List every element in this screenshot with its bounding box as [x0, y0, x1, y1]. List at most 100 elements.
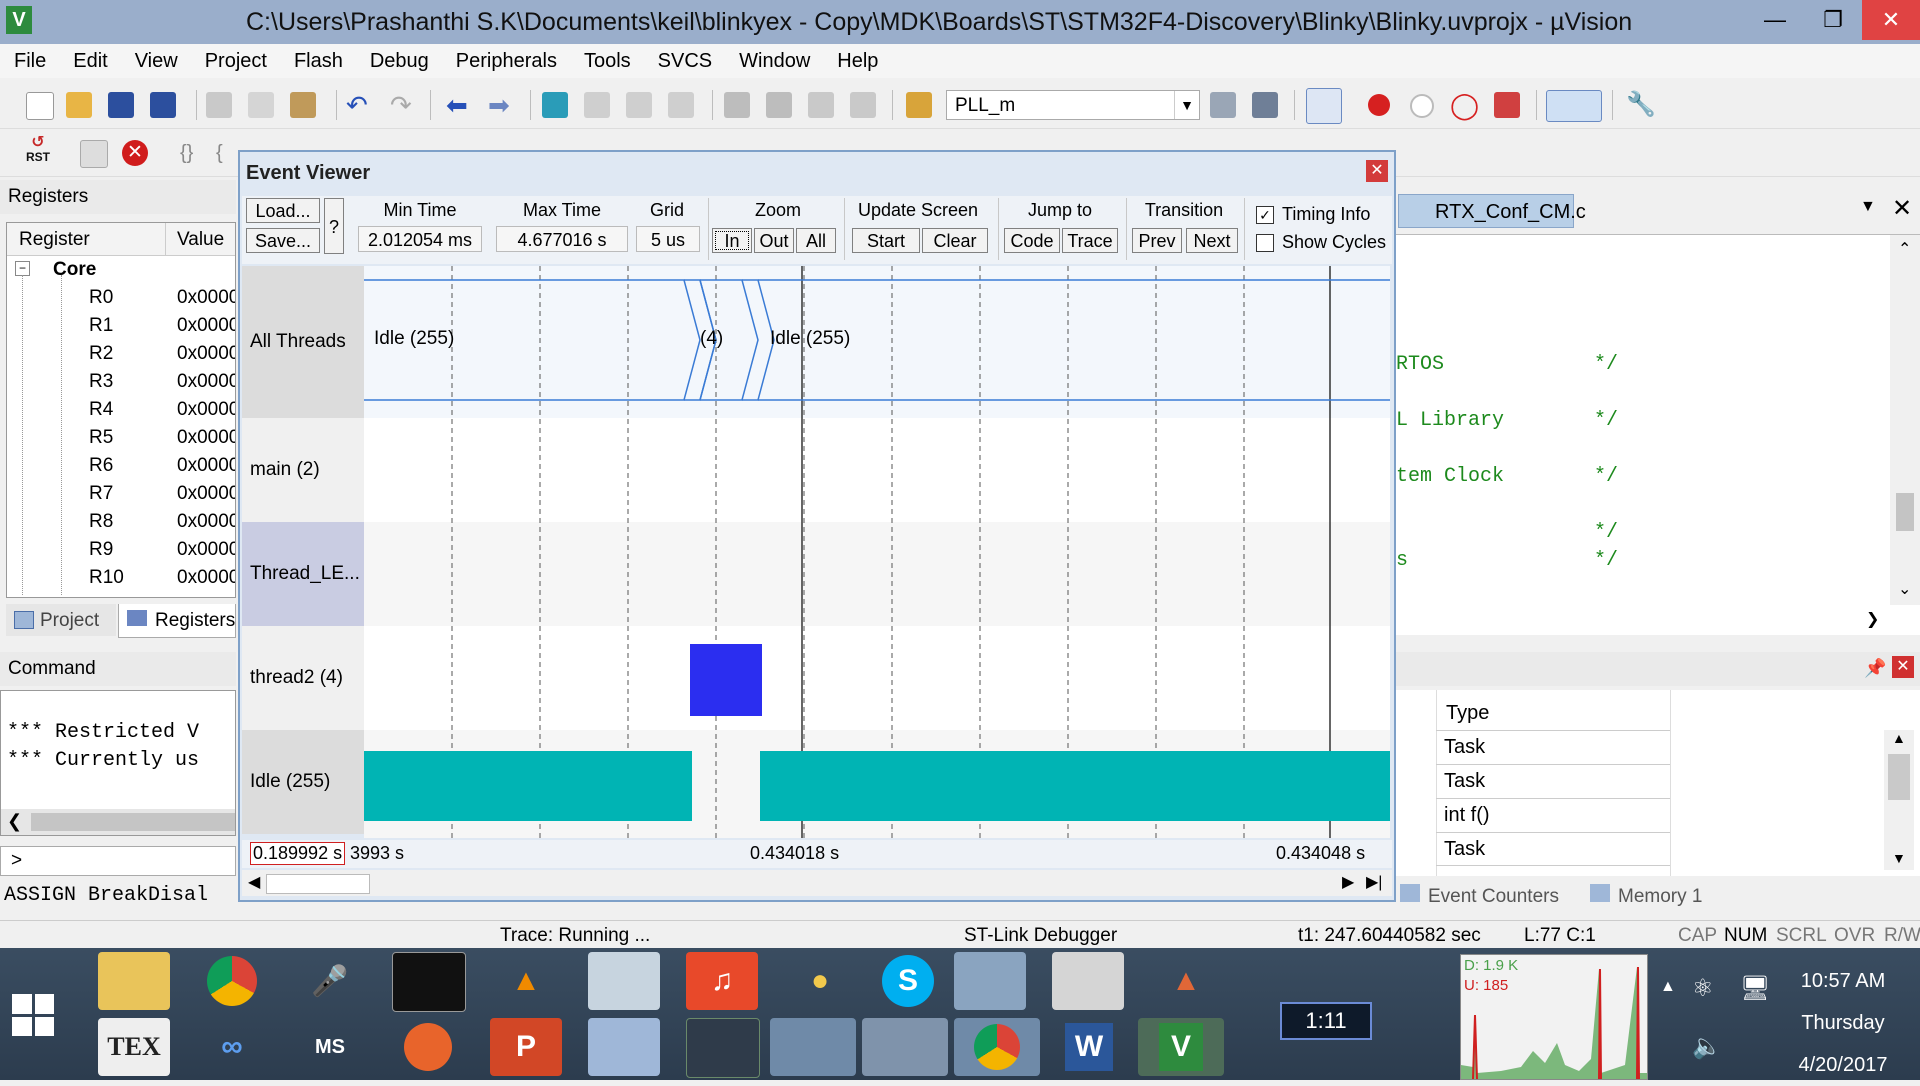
chrome-icon[interactable] [196, 952, 268, 1010]
new-file-icon[interactable] [26, 92, 54, 120]
lane-label-all-threads[interactable]: All Threads [242, 266, 364, 418]
minimize-button[interactable]: — [1746, 0, 1804, 40]
save-trace-button[interactable]: Save... [246, 228, 320, 253]
breakpoint-disable-all-icon[interactable]: ◯ [1450, 92, 1479, 118]
copy-icon[interactable] [248, 92, 274, 118]
menu-flash[interactable]: Flash [280, 44, 356, 73]
paste-icon[interactable] [290, 92, 316, 118]
file-explorer-icon[interactable] [98, 952, 170, 1010]
start-button[interactable] [12, 994, 54, 1036]
app-icon[interactable]: V [6, 6, 32, 34]
col-value[interactable]: Value [177, 229, 224, 251]
tab-rtx-conf[interactable]: RTX_Conf_CM.c [1398, 194, 1586, 228]
scroll-thumb[interactable] [266, 874, 370, 894]
menu-peripherals[interactable]: Peripherals [442, 44, 570, 73]
cut-icon[interactable] [206, 92, 232, 118]
register-name[interactable]: R1 [89, 315, 113, 337]
matlab-icon[interactable]: ▲ [1150, 952, 1222, 1010]
tab-list-icon[interactable]: ▼ [1860, 198, 1876, 216]
register-value[interactable]: 0x0000 [177, 287, 235, 309]
step-icon[interactable]: {} [180, 140, 206, 166]
scroll-up-icon[interactable]: ▲ [1892, 730, 1906, 746]
scroll-down-icon[interactable]: ⌄ [1898, 579, 1911, 599]
zoom-out-button[interactable]: Out [754, 228, 794, 253]
network-connections-icon[interactable] [588, 1018, 660, 1076]
find-in-files-icon[interactable] [906, 92, 932, 118]
update-start-button[interactable]: Start [852, 228, 920, 253]
powerpoint-icon[interactable]: P [490, 1018, 562, 1076]
register-value[interactable]: 0x0000 [177, 455, 235, 477]
bookmark-prev-icon[interactable] [584, 92, 610, 118]
vlc-icon[interactable]: ▲ [490, 952, 562, 1010]
incremental-find-icon[interactable] [1252, 92, 1278, 118]
debug-session-icon[interactable] [1306, 88, 1342, 124]
reset-icon[interactable]: ↺ RST [22, 135, 54, 170]
menu-svcs[interactable]: SVCS [644, 44, 725, 73]
register-name[interactable]: R2 [89, 343, 113, 365]
volume-icon[interactable]: 🔈 [1692, 1032, 1722, 1061]
register-value[interactable]: 0x0000 [177, 427, 235, 449]
register-value[interactable]: 0x0000 [177, 567, 235, 589]
find-combo[interactable]: PLL_m ▼ [946, 90, 1200, 120]
bookmark-icon[interactable] [542, 92, 568, 118]
close-editor-icon[interactable]: ✕ [1892, 194, 1912, 223]
tab-memory[interactable]: Memory 1 [1586, 878, 1716, 912]
terminal-icon[interactable] [392, 952, 466, 1012]
network-monitor-icon[interactable] [588, 952, 660, 1010]
tree-collapse-icon[interactable]: − [15, 261, 30, 276]
menu-window[interactable]: Window [725, 44, 823, 73]
register-name[interactable]: R6 [89, 455, 113, 477]
open-folder-icon[interactable] [66, 92, 92, 118]
scroll-left-icon[interactable]: ❮ [7, 811, 22, 832]
breakpoint-disable-icon[interactable] [1410, 94, 1434, 118]
scroll-thumb[interactable] [1896, 493, 1914, 531]
chevron-down-icon[interactable]: ▼ [1174, 91, 1199, 119]
watch-row[interactable]: int f() [1436, 798, 1670, 832]
menu-tools[interactable]: Tools [570, 44, 644, 73]
tab-event-counters[interactable]: Event Counters [1396, 878, 1582, 912]
register-name[interactable]: R10 [89, 567, 124, 589]
close-watch-icon[interactable]: ✕ [1892, 656, 1914, 678]
configure-wrench-icon[interactable]: 🔧 [1626, 92, 1656, 118]
redo-icon[interactable]: ↷ [390, 92, 416, 118]
zoom-all-button[interactable]: All [796, 228, 836, 253]
timing-info-checkbox[interactable]: ✓ [1256, 206, 1274, 224]
transition-prev-button[interactable]: Prev [1132, 228, 1182, 253]
scroll-end-icon[interactable]: ▶| [1366, 872, 1382, 892]
window-layout-icon[interactable] [1546, 90, 1602, 122]
scroll-thumb[interactable] [1888, 754, 1910, 800]
show-cycles-checkbox[interactable] [1256, 234, 1274, 252]
cube-app-icon[interactable] [1052, 952, 1124, 1010]
control-panel-icon[interactable] [770, 1018, 856, 1076]
scroll-left-icon[interactable]: ◀ [248, 872, 260, 892]
register-name[interactable]: R7 [89, 483, 113, 505]
scroll-right-icon[interactable]: ❯ [1866, 609, 1879, 629]
transition-next-button[interactable]: Next [1186, 228, 1238, 253]
lane-label-idle[interactable]: Idle (255) [242, 730, 364, 834]
event-viewer-window[interactable]: Event Viewer ✕ Load... Save... ? Min Tim… [238, 150, 1396, 902]
watch-vscroll[interactable]: ▲ ▼ [1884, 730, 1914, 870]
menu-edit[interactable]: Edit [59, 44, 120, 73]
menu-file[interactable]: File [0, 44, 59, 73]
command-hscroll[interactable]: ❮ [1, 809, 235, 835]
uncomment-icon[interactable] [850, 92, 876, 118]
save-all-icon[interactable] [150, 92, 176, 118]
lane-label-thread2[interactable]: thread2 (4) [242, 626, 364, 730]
restore-button[interactable]: ❐ [1804, 0, 1862, 40]
undo-icon[interactable]: ↶ [346, 92, 372, 118]
register-value[interactable]: 0x0000 [177, 399, 235, 421]
register-name[interactable]: R4 [89, 399, 113, 421]
nav-forward-icon[interactable]: ➡ [488, 92, 514, 118]
bookmark-next-icon[interactable] [626, 92, 652, 118]
stop-icon[interactable]: ✕ [122, 140, 148, 166]
register-name[interactable]: R3 [89, 371, 113, 393]
event-viewer-close-button[interactable]: ✕ [1366, 160, 1388, 182]
close-button[interactable]: ✕ [1862, 0, 1920, 40]
remote-desktop-icon[interactable] [686, 1018, 760, 1078]
register-value[interactable]: 0x0000 [177, 315, 235, 337]
scroll-down-icon[interactable]: ▼ [1892, 850, 1906, 866]
lane-label-thread-led[interactable]: Thread_LE... [242, 522, 364, 626]
watch-row[interactable]: Task [1436, 832, 1670, 866]
update-clear-button[interactable]: Clear [922, 228, 988, 253]
help-button[interactable]: ? [324, 198, 344, 254]
